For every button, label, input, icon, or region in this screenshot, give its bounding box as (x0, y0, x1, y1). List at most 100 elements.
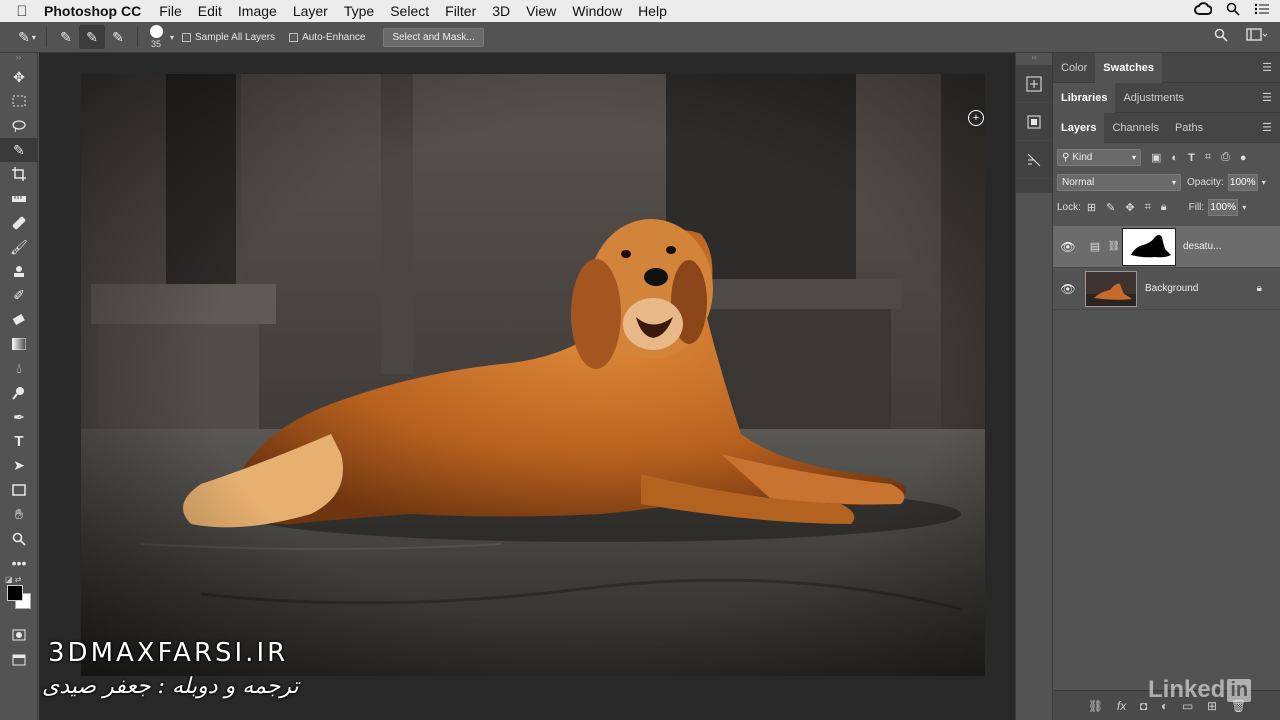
clone-stamp-tool-icon[interactable] (0, 259, 38, 283)
tab-color[interactable]: Color (1053, 53, 1095, 83)
search-icon[interactable] (1214, 28, 1228, 46)
app-name-menu[interactable]: Photoshop CC (44, 3, 141, 19)
tab-libraries[interactable]: Libraries (1053, 82, 1116, 113)
checkbox-box[interactable] (289, 32, 299, 42)
menu-file[interactable]: File (159, 3, 182, 19)
panel-collapse-icon[interactable]: ›› (0, 53, 37, 65)
apple-logo-icon[interactable]:  (0, 3, 44, 20)
notification-list-icon[interactable] (1254, 2, 1270, 19)
brush-size-picker[interactable]: 35 (144, 25, 168, 49)
chevron-down-icon[interactable]: ▾ (1262, 178, 1266, 187)
tab-channels[interactable]: Channels (1104, 113, 1166, 143)
tab-paths[interactable]: Paths (1167, 113, 1211, 143)
dodge-tool-icon[interactable] (0, 381, 38, 405)
menu-edit[interactable]: Edit (198, 3, 222, 19)
tab-layers[interactable]: Layers (1053, 112, 1105, 143)
rectangle-tool-icon[interactable] (0, 478, 38, 502)
properties-panel-icon[interactable] (1016, 103, 1052, 141)
history-panel-icon[interactable] (1016, 65, 1052, 103)
opacity-input[interactable]: 100% (1227, 174, 1258, 191)
fill-input[interactable]: 100% (1208, 199, 1239, 216)
panel-menu-icon[interactable]: ☰ (1262, 61, 1272, 74)
select-and-mask-button[interactable]: Select and Mask... (383, 27, 484, 47)
creative-cloud-icon[interactable] (1194, 2, 1213, 19)
menu-3d[interactable]: 3D (492, 3, 510, 19)
lock-image-icon[interactable]: ✎ (1106, 201, 1115, 214)
panel-menu-icon[interactable]: ☰ (1262, 121, 1272, 134)
pen-tool-icon[interactable]: ✒︎ (0, 405, 38, 429)
gradient-tool-icon[interactable] (0, 332, 38, 356)
auto-enhance-checkbox[interactable]: Auto-Enhance (289, 32, 365, 43)
hand-tool-icon[interactable]: ✋︎ (0, 502, 38, 526)
spotlight-search-icon[interactable] (1226, 2, 1240, 19)
filter-kind-select[interactable]: ⚲ Kind ▾ (1057, 149, 1141, 166)
link-layers-icon[interactable]: ⛓︎ (1088, 699, 1103, 713)
dock-collapse-icon[interactable]: ‹‹ (1016, 53, 1052, 65)
lock-all-icon[interactable]: 🔒︎ (1161, 201, 1167, 214)
blend-mode-select[interactable]: Normal ▾ (1057, 174, 1181, 191)
marquee-tool-icon[interactable] (0, 89, 38, 113)
document-canvas[interactable] (81, 74, 985, 676)
layer-style-fx-icon[interactable]: fx (1117, 699, 1126, 713)
tool-preset-picker[interactable]: ✎ ▾ (14, 25, 40, 49)
menu-layer[interactable]: Layer (293, 3, 328, 19)
add-to-selection-button[interactable]: ✎ (79, 25, 105, 49)
paragraph-panel-icon[interactable] (1016, 141, 1052, 179)
screen-mode-icon[interactable] (0, 648, 38, 672)
visibility-eye-icon[interactable]: 👁︎ (1053, 240, 1083, 254)
menu-select[interactable]: Select (390, 3, 429, 19)
filter-shape-icon[interactable]: ⌗ (1205, 151, 1211, 164)
tab-swatches[interactable]: Swatches (1095, 52, 1163, 83)
crop-tool-icon[interactable] (0, 162, 38, 186)
tab-adjustments[interactable]: Adjustments (1115, 83, 1192, 113)
default-colors-icon[interactable]: ◪ ⇄ (5, 575, 21, 584)
subtract-from-selection-button[interactable]: ✎ (105, 25, 131, 49)
history-brush-tool-icon[interactable]: ✐ (0, 284, 38, 308)
chevron-down-icon[interactable]: ▾ (1242, 203, 1246, 212)
menu-window[interactable]: Window (572, 3, 622, 19)
workspace-switcher-icon[interactable] (1246, 28, 1268, 46)
filter-toggle-icon[interactable]: ● (1240, 152, 1247, 164)
filter-pixel-icon[interactable]: ▣ (1151, 151, 1161, 164)
quick-selection-tool-icon[interactable]: ✎ (0, 137, 38, 163)
path-selection-tool-icon[interactable]: ➤ (0, 454, 38, 478)
checkbox-box[interactable] (182, 32, 192, 42)
visibility-eye-icon[interactable]: 👁︎ (1053, 282, 1083, 296)
add-mask-icon[interactable]: ◘ (1140, 699, 1147, 713)
zoom-tool-icon[interactable] (0, 527, 38, 551)
lock-position-icon[interactable]: ✥ (1125, 201, 1134, 214)
lock-artboard-icon[interactable]: ⌗ (1145, 201, 1151, 214)
filter-adjustment-icon[interactable]: ◐ (1171, 152, 1178, 164)
menu-type[interactable]: Type (344, 3, 374, 19)
layer-name[interactable]: Background (1145, 283, 1198, 294)
ruler-tool-icon[interactable] (0, 186, 38, 210)
lock-transparent-icon[interactable]: ⊞ (1087, 201, 1096, 214)
filter-type-icon[interactable]: T (1188, 152, 1195, 164)
layer-mask-thumbnail[interactable] (1122, 227, 1176, 266)
mask-link-icon[interactable]: ⛓︎ (1107, 241, 1121, 252)
chevron-down-icon[interactable]: ▾ (170, 33, 174, 42)
menu-view[interactable]: View (526, 3, 556, 19)
quick-mask-icon[interactable] (0, 623, 38, 647)
lasso-tool-icon[interactable] (0, 114, 38, 138)
sample-all-layers-checkbox[interactable]: Sample All Layers (182, 32, 275, 43)
more-tools-icon[interactable]: ••• (0, 551, 38, 575)
foreground-color-swatch[interactable] (7, 585, 23, 602)
layer-thumbnail[interactable] (1085, 270, 1137, 307)
layer-row[interactable]: 👁︎ Background 🔒︎ (1053, 268, 1280, 310)
brush-tool-icon[interactable]: 🖌︎ (0, 235, 38, 259)
filter-smart-object-icon[interactable]: ⎙ (1221, 151, 1230, 164)
new-selection-button[interactable]: ✎ (53, 25, 79, 49)
layer-row[interactable]: 👁︎ ▤ ⛓︎ desatu... (1053, 226, 1280, 268)
type-tool-icon[interactable]: T (0, 429, 38, 453)
panel-menu-icon[interactable]: ☰ (1262, 91, 1272, 104)
document-workspace[interactable]: + (39, 53, 1015, 720)
menu-filter[interactable]: Filter (445, 3, 476, 19)
blur-tool-icon[interactable]: 💧︎ (0, 357, 38, 381)
move-tool-icon[interactable]: ✥ (0, 65, 38, 89)
healing-brush-tool-icon[interactable] (0, 211, 38, 235)
layer-name[interactable]: desatu... (1183, 241, 1221, 252)
menu-image[interactable]: Image (238, 3, 277, 19)
eraser-tool-icon[interactable] (0, 308, 38, 332)
menu-help[interactable]: Help (638, 3, 667, 19)
